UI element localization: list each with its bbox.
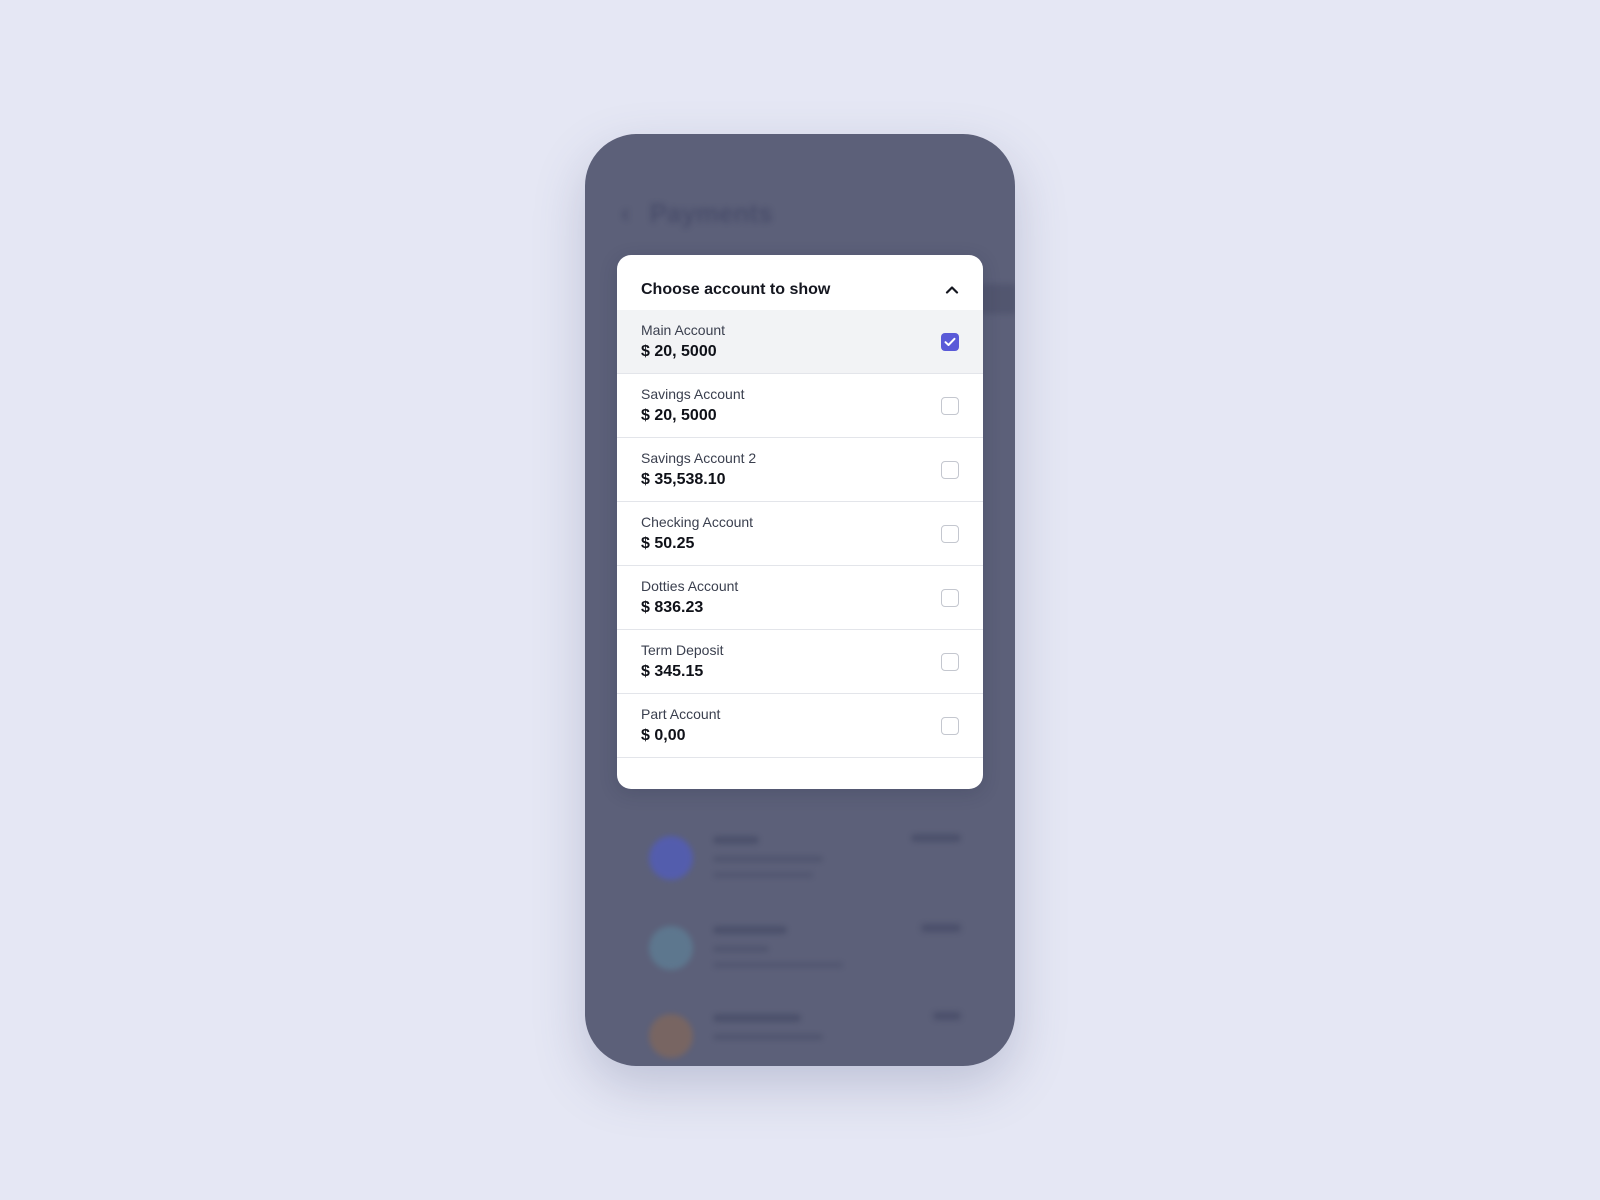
account-text: Dotties Account $ 836.23 bbox=[641, 578, 738, 617]
check-icon bbox=[944, 337, 956, 346]
account-name: Main Account bbox=[641, 322, 726, 338]
account-option[interactable]: Savings Account $ 20, 5000 bbox=[617, 374, 983, 438]
account-name: Savings Account 2 bbox=[641, 450, 757, 466]
dropdown-title: Choose account to show bbox=[641, 280, 831, 298]
account-name: Checking Account bbox=[641, 514, 754, 530]
account-balance: $ 35,538.10 bbox=[641, 471, 726, 488]
account-balance: $ 20, 5000 bbox=[641, 407, 717, 424]
account-text: Part Account $ 0,00 bbox=[641, 706, 720, 745]
account-text: Savings Account 2 $ 35,538.10 bbox=[641, 450, 756, 489]
merchant-logo-icon bbox=[649, 926, 693, 970]
account-text: Savings Account $ 20, 5000 bbox=[641, 386, 745, 425]
account-name: Savings Account bbox=[641, 386, 745, 402]
merchant-logo-icon bbox=[649, 836, 693, 880]
chevron-up-icon[interactable] bbox=[945, 283, 959, 297]
account-balance: $ 836.23 bbox=[641, 599, 704, 616]
back-arrow-icon[interactable]: ‹ bbox=[621, 198, 630, 229]
account-option[interactable]: Part Account $ 0,00 bbox=[617, 694, 983, 758]
background-header: ‹ Payments bbox=[621, 198, 773, 229]
account-option[interactable]: Term Deposit $ 345.15 bbox=[617, 630, 983, 694]
account-balance: $ 345.15 bbox=[641, 663, 704, 680]
account-checkbox[interactable] bbox=[941, 652, 959, 671]
merchant-logo-icon bbox=[649, 1014, 693, 1058]
account-balance: $ 0,00 bbox=[641, 727, 686, 744]
account-balance: $ 20, 5000 bbox=[641, 343, 717, 360]
page-title: Payments bbox=[649, 198, 773, 228]
account-checkbox[interactable] bbox=[941, 332, 959, 351]
account-option[interactable]: Checking Account $ 50.25 bbox=[617, 502, 983, 566]
account-balance: $ 50.25 bbox=[641, 535, 695, 552]
account-text: Term Deposit $ 345.15 bbox=[641, 642, 723, 681]
account-checkbox[interactable] bbox=[941, 396, 959, 415]
dropdown-header[interactable]: Choose account to show bbox=[617, 255, 983, 310]
account-checkbox[interactable] bbox=[941, 524, 959, 543]
account-checkbox[interactable] bbox=[941, 460, 959, 479]
background-transaction-row bbox=[641, 920, 961, 980]
account-option[interactable]: Dotties Account $ 836.23 bbox=[617, 566, 983, 630]
account-text: Main Account $ 20, 5000 bbox=[641, 322, 725, 361]
account-checkbox[interactable] bbox=[941, 588, 959, 607]
account-option[interactable]: Savings Account 2 $ 35,538.10 bbox=[617, 438, 983, 502]
background-transaction-row bbox=[641, 1008, 961, 1066]
background-transaction-row bbox=[641, 830, 961, 890]
account-dropdown: Choose account to show Main Account $ 20… bbox=[617, 255, 983, 789]
account-name: Term Deposit bbox=[641, 642, 724, 658]
account-name: Part Account bbox=[641, 706, 721, 722]
account-text: Checking Account $ 50.25 bbox=[641, 514, 753, 553]
account-checkbox[interactable] bbox=[941, 716, 959, 735]
account-name: Dotties Account bbox=[641, 578, 739, 594]
account-option[interactable]: Main Account $ 20, 5000 bbox=[617, 310, 983, 374]
account-list: Main Account $ 20, 5000 Savings Account … bbox=[617, 310, 983, 758]
